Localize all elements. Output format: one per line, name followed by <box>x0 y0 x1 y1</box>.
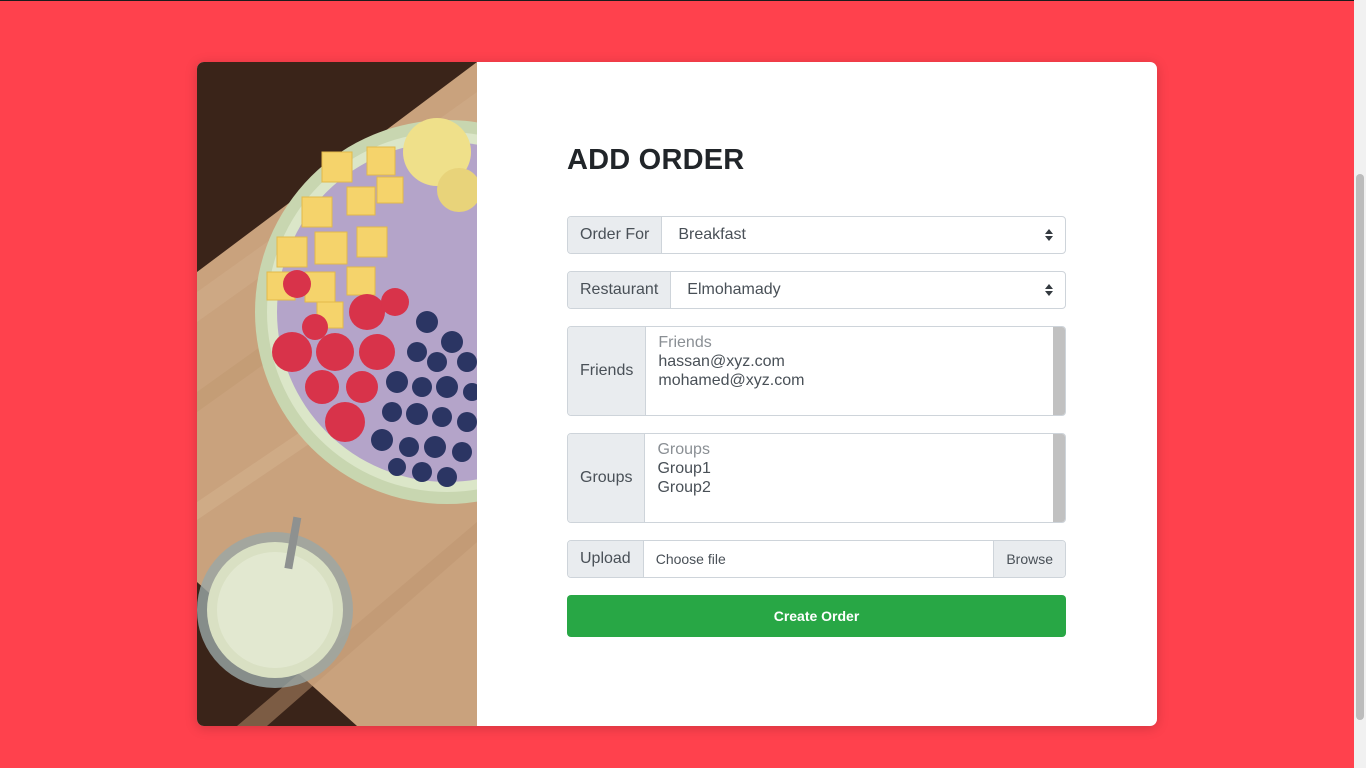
groups-scrollbar[interactable] <box>1053 434 1065 522</box>
upload-label: Upload <box>568 541 644 577</box>
friends-option[interactable]: mohamed@xyz.com <box>658 371 1053 390</box>
food-photo-illustration <box>197 62 477 726</box>
page-scrollbar-thumb[interactable] <box>1356 174 1364 720</box>
groups-option[interactable]: Group2 <box>657 478 1053 497</box>
page-scrollbar[interactable] <box>1354 0 1366 768</box>
order-for-select[interactable]: Breakfast <box>662 217 1065 253</box>
file-input[interactable]: Choose file Browse <box>643 541 1065 577</box>
groups-placeholder: Groups <box>657 441 710 458</box>
upload-group: Upload Choose file Browse <box>567 540 1066 578</box>
friends-scrollbar[interactable] <box>1053 327 1065 415</box>
food-photo <box>197 62 477 726</box>
select-arrows-icon <box>1045 284 1053 296</box>
restaurant-select[interactable]: Elmohamady <box>671 272 1065 308</box>
restaurant-value: Elmohamady <box>687 281 781 298</box>
friends-multiselect[interactable]: Friends hassan@xyz.com mohamed@xyz.com <box>646 327 1065 415</box>
friends-group: Friends Friends hassan@xyz.com mohamed@x… <box>567 326 1066 416</box>
select-arrows-icon <box>1045 229 1053 241</box>
friends-label: Friends <box>568 327 647 415</box>
order-for-label: Order For <box>568 217 663 253</box>
window-top-border <box>0 0 1354 1</box>
restaurant-group: Restaurant Elmohamady <box>567 271 1066 309</box>
groups-multiselect[interactable]: Groups Group1 Group2 <box>645 434 1065 522</box>
order-for-group: Order For Breakfast <box>567 216 1066 254</box>
restaurant-label: Restaurant <box>568 272 672 308</box>
friends-option[interactable]: hassan@xyz.com <box>658 352 1053 371</box>
groups-group: Groups Groups Group1 Group2 <box>567 433 1066 523</box>
order-for-value: Breakfast <box>678 226 746 243</box>
groups-label: Groups <box>568 434 646 522</box>
order-card: ADD ORDER Order For Breakfast Restaurant… <box>197 62 1157 726</box>
file-name: Choose file <box>655 551 726 567</box>
page-title: ADD ORDER <box>567 144 745 176</box>
create-order-button[interactable]: Create Order <box>567 595 1066 637</box>
groups-option[interactable]: Group1 <box>657 459 1053 478</box>
browse-button[interactable]: Browse <box>993 541 1065 577</box>
friends-placeholder: Friends <box>658 334 712 351</box>
